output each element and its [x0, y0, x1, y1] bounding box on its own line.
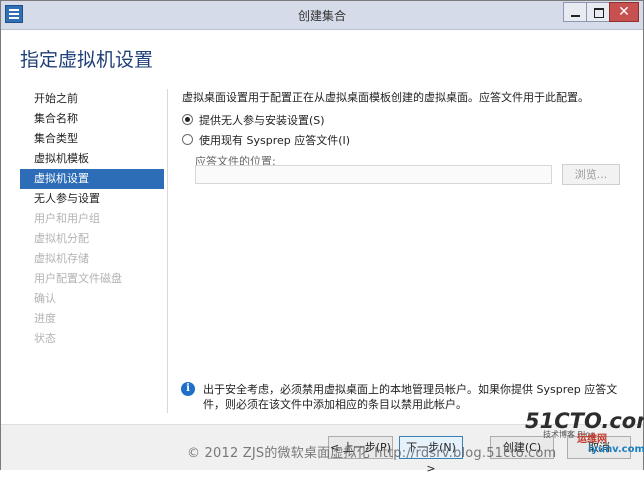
brand-logo-url: iyunv.com	[588, 444, 644, 455]
close-icon: ✕	[618, 4, 630, 20]
security-info-text: 出于安全考虑，必须禁用虚拟桌面上的本地管理员帐户。如果你提供 Sysprep 应…	[203, 383, 618, 411]
watermark-text: © 2012 ZJS的微软桌面虚拟化 http://rdsrv.blog.51c…	[187, 446, 557, 461]
nav-divider	[167, 89, 168, 413]
nav-item-collection-name[interactable]: 集合名称	[20, 109, 164, 129]
nav-item-user-profile-disks: 用户配置文件磁盘	[34, 272, 122, 285]
info-icon: i	[181, 382, 195, 396]
nav-item-vm-settings[interactable]: 虚拟机设置	[20, 169, 164, 189]
nav-item-confirmation: 确认	[34, 292, 56, 305]
create-collection-window: 创建集合 ✕ 指定虚拟机设置 开始之前 集合名称 集合类型 虚拟机模板 虚拟机设…	[0, 0, 644, 475]
title-bar[interactable]: 创建集合 ✕	[1, 1, 643, 30]
sysprep-radio[interactable]	[182, 134, 193, 145]
window-title: 创建集合	[297, 9, 346, 23]
close-button[interactable]: ✕	[609, 2, 639, 22]
nav-item-vm-storage: 虚拟机存储	[34, 252, 89, 265]
answer-file-path-input[interactable]	[195, 165, 552, 184]
nav-item-progress: 进度	[34, 312, 56, 325]
maximize-button[interactable]	[586, 2, 610, 22]
unattended-radio[interactable]	[182, 114, 193, 125]
browse-button[interactable]: 浏览...	[562, 164, 620, 185]
minimize-button[interactable]	[563, 2, 587, 22]
nav-item-users-and-groups: 用户和用户组	[34, 212, 100, 225]
nav-item-before-you-begin[interactable]: 开始之前	[20, 89, 164, 109]
page-title: 指定虚拟机设置	[20, 49, 154, 71]
description-text: 虚拟桌面设置用于配置正在从虚拟桌面模板创建的虚拟桌面。应答文件用于此配置。	[182, 91, 589, 104]
brand-logo-cn: 运维网	[577, 434, 607, 445]
nav-item-vm-allocation: 虚拟机分配	[34, 232, 89, 245]
nav-item-unattended-settings[interactable]: 无人参与设置	[20, 189, 164, 209]
unattended-radio-label[interactable]: 提供无人参与安装设置(S)	[199, 112, 325, 128]
nav-item-collection-type[interactable]: 集合类型	[20, 129, 164, 149]
sysprep-radio-label[interactable]: 使用现有 Sysprep 应答文件(I)	[199, 132, 350, 148]
nav-item-status: 状态	[34, 332, 56, 345]
nav-item-vm-template[interactable]: 虚拟机模板	[20, 149, 164, 169]
